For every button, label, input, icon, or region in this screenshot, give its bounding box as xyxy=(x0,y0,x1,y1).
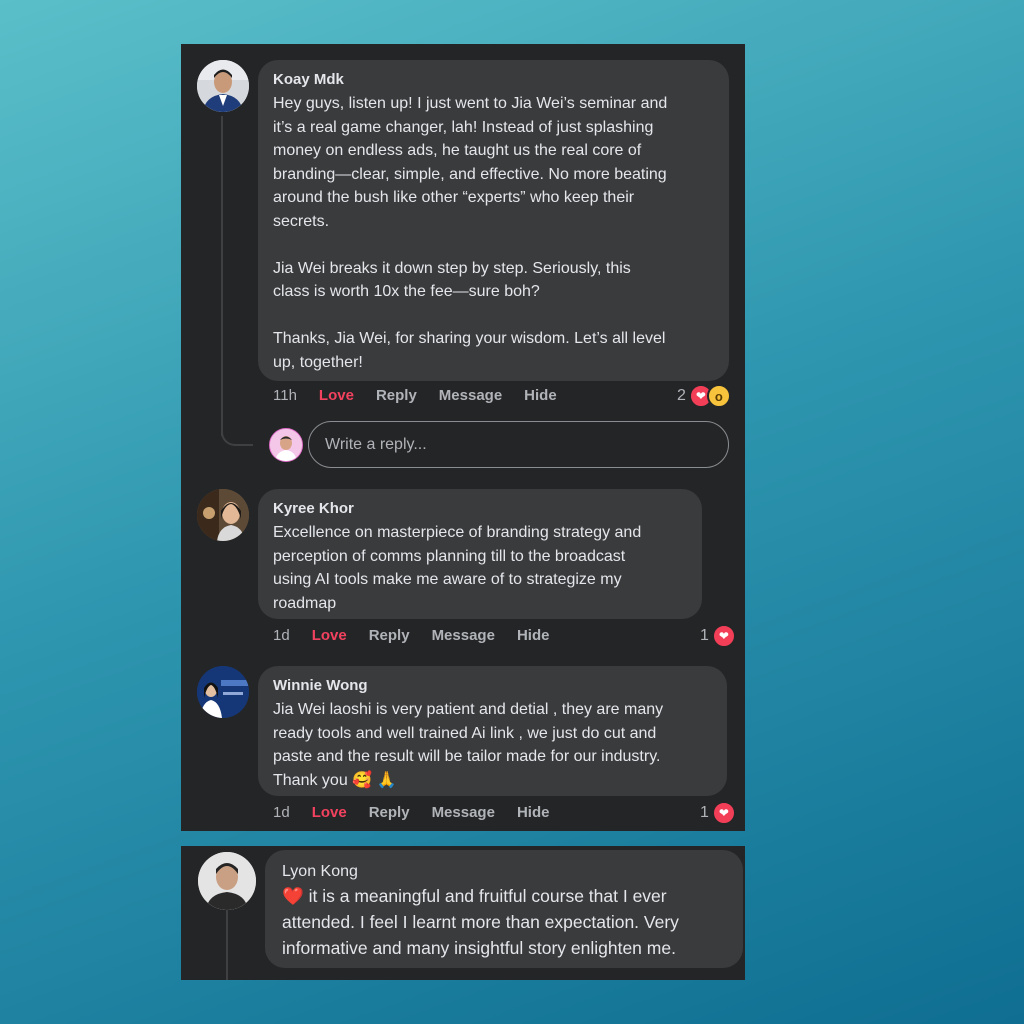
comment-bubble: Winnie Wong Jia Wei laoshi is very patie… xyxy=(258,666,727,796)
person-photo-icon xyxy=(197,60,249,112)
comment-bubble: Kyree Khor Excellence on masterpiece of … xyxy=(258,489,702,619)
avatar-koay-mdk[interactable] xyxy=(197,60,249,112)
love-button[interactable]: Love xyxy=(312,804,347,821)
person-photo-icon xyxy=(197,666,249,718)
message-button[interactable]: Message xyxy=(432,627,495,644)
avatar-kyree-khor[interactable] xyxy=(197,489,249,541)
wow-reaction-icon: o xyxy=(706,384,731,408)
comment-text: ❤️ it is a meaningful and fruitful cours… xyxy=(282,886,679,958)
avatar-winnie-wong[interactable] xyxy=(197,666,249,718)
reaction-count: 2 xyxy=(677,387,686,404)
comment-time[interactable]: 1d xyxy=(273,804,290,821)
heart-reaction-icon: ❤ xyxy=(711,801,736,825)
comments-panel: Koay Mdk Hey guys, listen up! I just wen… xyxy=(181,44,745,831)
message-button[interactable]: Message xyxy=(432,804,495,821)
comments-panel-continued: Lyon Kong ❤️ it is a meaningful and frui… xyxy=(181,846,745,980)
comment-actions: 1d Love Reply Message Hide xyxy=(273,804,571,821)
comment-bubble: Koay Mdk Hey guys, listen up! I just wen… xyxy=(258,60,729,381)
comment-bubble: Lyon Kong ❤️ it is a meaningful and frui… xyxy=(265,850,743,968)
thread-line xyxy=(226,910,228,980)
reply-button[interactable]: Reply xyxy=(369,627,410,644)
reaction-summary[interactable]: 1 ❤ xyxy=(700,801,736,825)
comment-text: Jia Wei laoshi is very patient and detia… xyxy=(273,701,664,789)
avatar-lyon-kong[interactable] xyxy=(198,852,256,910)
comment-author[interactable]: Lyon Kong xyxy=(282,863,726,881)
reply-button[interactable]: Reply xyxy=(369,804,410,821)
comment-author[interactable]: Koay Mdk xyxy=(273,71,714,89)
hide-button[interactable]: Hide xyxy=(524,387,557,404)
hide-button[interactable]: Hide xyxy=(517,627,550,644)
love-button[interactable]: Love xyxy=(319,387,354,404)
comment-text: Excellence on masterpiece of branding st… xyxy=(273,524,642,612)
comment-author[interactable]: Winnie Wong xyxy=(273,677,712,695)
comment-time[interactable]: 1d xyxy=(273,627,290,644)
love-button[interactable]: Love xyxy=(312,627,347,644)
current-user-avatar[interactable] xyxy=(269,428,303,462)
heart-reaction-icon: ❤ xyxy=(711,624,736,648)
person-photo-icon xyxy=(198,852,256,910)
reaction-count: 1 xyxy=(700,627,709,644)
reaction-summary[interactable]: 2 ❤ o xyxy=(677,384,731,408)
comment-time[interactable]: 11h xyxy=(273,387,297,404)
person-photo-icon xyxy=(197,489,249,541)
hide-button[interactable]: Hide xyxy=(517,804,550,821)
comment-text: Hey guys, listen up! I just went to Jia … xyxy=(273,95,668,371)
comment-author[interactable]: Kyree Khor xyxy=(273,500,687,518)
reply-button[interactable]: Reply xyxy=(376,387,417,404)
message-button[interactable]: Message xyxy=(439,387,502,404)
comment-actions: 11h Love Reply Message Hide xyxy=(273,387,579,404)
reply-input[interactable]: Write a reply... xyxy=(308,421,729,468)
reaction-summary[interactable]: 1 ❤ xyxy=(700,624,736,648)
thread-line-curve xyxy=(221,422,253,446)
thread-line xyxy=(221,116,223,436)
comment-actions: 1d Love Reply Message Hide xyxy=(273,627,571,644)
reply-placeholder: Write a reply... xyxy=(325,435,427,453)
person-photo-icon xyxy=(270,429,302,461)
reaction-count: 1 xyxy=(700,804,709,821)
